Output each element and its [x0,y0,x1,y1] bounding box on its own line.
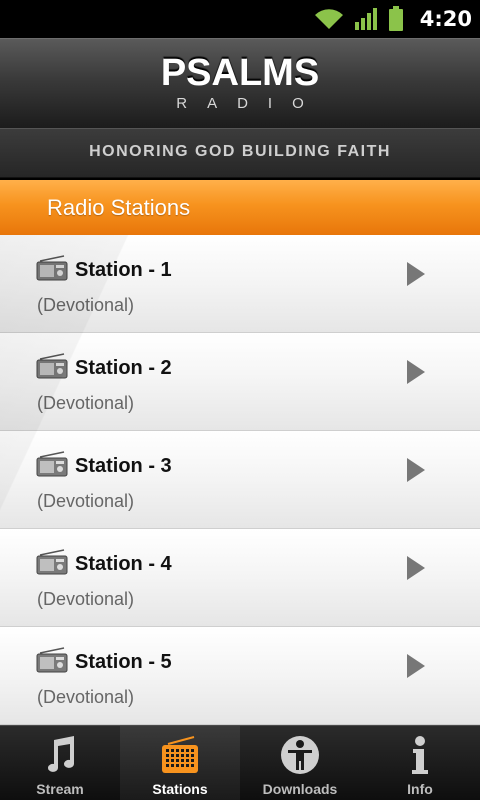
station-row[interactable]: Station - 2 (Devotional) [0,333,480,431]
info-icon [412,736,428,774]
app-header: PSALMS RADIO [0,38,480,128]
status-bar: 4:20 [0,0,480,38]
radio-icon [36,255,68,281]
signal-icon [354,8,377,30]
station-genre: (Devotional) [37,491,135,511]
person-icon [281,736,319,774]
radio-icon [36,353,68,379]
station-row[interactable]: Station - 4 (Devotional) [0,529,480,627]
radio-icon [36,647,68,673]
station-row[interactable]: Station - 5 (Devotional) [0,627,480,725]
clock: 4:20 [419,7,472,31]
tab-label: Downloads [262,781,338,797]
play-arrow-icon[interactable] [405,359,427,385]
tagline: HONORING GOD BUILDING FAITH [0,128,480,178]
tab-downloads[interactable]: Downloads [240,726,360,800]
station-name: Station - 2 [75,357,172,379]
wifi-icon [314,9,343,29]
play-arrow-icon[interactable] [405,653,427,679]
radio-icon [36,549,68,575]
music-note-icon [48,736,74,772]
battery-icon [388,6,403,31]
play-arrow-icon[interactable] [405,555,427,581]
section-header: Radio Stations [0,180,480,235]
station-name: Station - 5 [75,651,172,673]
station-name: Station - 4 [75,553,172,575]
tab-info[interactable]: Info [360,726,480,800]
station-row[interactable]: Station - 3 (Devotional) [0,431,480,529]
tab-stations[interactable]: Stations [120,726,240,800]
station-genre: (Devotional) [37,393,135,413]
play-arrow-icon[interactable] [405,457,427,483]
station-genre: (Devotional) [37,589,135,609]
tab-label: Stream [36,781,84,797]
radio-icon [36,451,68,477]
tab-stream[interactable]: Stream [0,726,120,800]
tab-label: Stations [152,781,208,797]
app-logo-title: PSALMS [0,51,480,94]
station-row[interactable]: Station - 1 (Devotional) [0,235,480,333]
radio-icon [162,736,198,773]
status-icons: 4:20 [314,5,472,33]
station-genre: (Devotional) [37,295,135,315]
station-genre: (Devotional) [37,687,135,707]
tab-label: Info [407,781,433,797]
station-name: Station - 1 [75,259,172,281]
station-list: Station - 1 (Devotional) Station - 2 (De… [0,235,480,725]
tab-bar: Stream Stations Downloads Info [0,725,480,800]
station-name: Station - 3 [75,455,172,477]
play-arrow-icon[interactable] [405,261,427,287]
app-logo-subtitle: RADIO [176,95,324,112]
